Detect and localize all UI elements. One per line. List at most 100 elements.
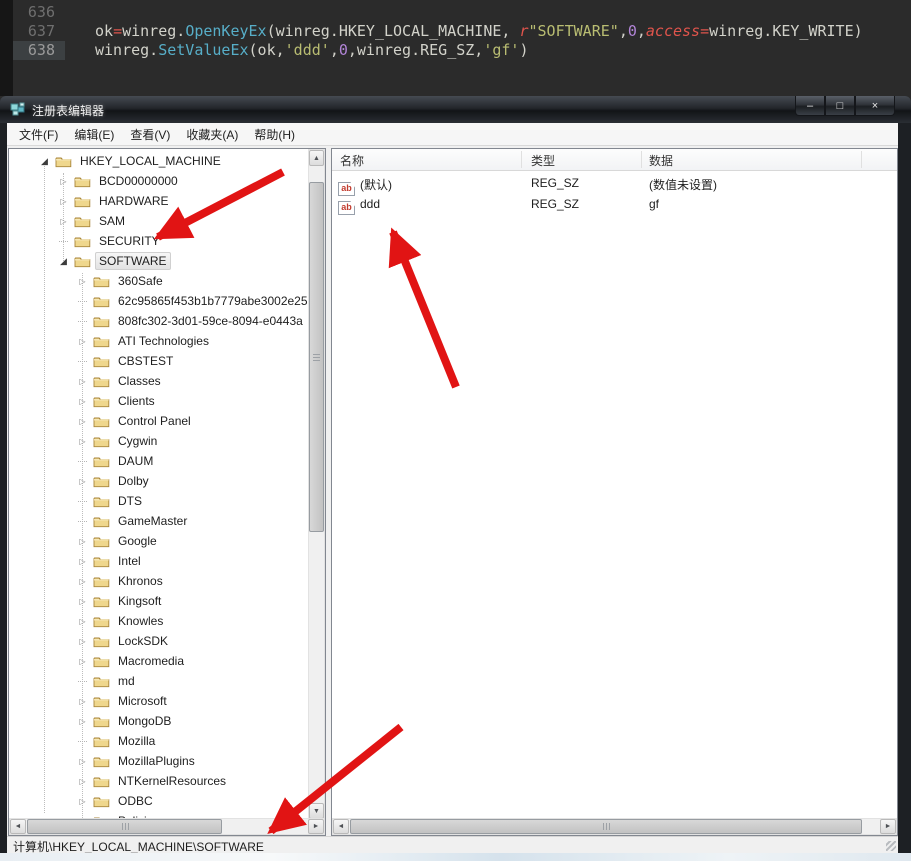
tree-label[interactable]: SECURITY: [95, 232, 164, 250]
expander-collapsed-icon[interactable]: ▷: [76, 771, 89, 791]
tree-item-Mozilla[interactable]: Mozilla: [9, 731, 308, 751]
tree-label[interactable]: Control Panel: [114, 412, 195, 430]
scroll-up-button[interactable]: ▲: [309, 150, 324, 166]
expander-collapsed-icon[interactable]: ▷: [76, 691, 89, 711]
tree-item-LockSDK[interactable]: ▷ LockSDK: [9, 631, 308, 651]
tree-label[interactable]: GameMaster: [114, 512, 191, 530]
editor-breakpoint-gutter[interactable]: [0, 0, 13, 96]
scroll-left-button[interactable]: ◄: [10, 819, 26, 834]
tree-label[interactable]: Mozilla: [114, 732, 159, 750]
tree-label[interactable]: Microsoft: [114, 692, 171, 710]
close-button[interactable]: ×: [855, 96, 895, 116]
tree-item-SOFTWARE[interactable]: ◢ SOFTWARE: [9, 251, 308, 271]
tree-item-ODBC[interactable]: ▷ ODBC: [9, 791, 308, 811]
menu-item-3[interactable]: 收藏夹(A): [178, 123, 246, 146]
tree-item-Khronos[interactable]: ▷Khronos: [9, 571, 308, 591]
tree-label[interactable]: 62c95865f453b1b7779abe3002e25: [114, 292, 308, 310]
tree-hscroll-thumb[interactable]: [27, 819, 222, 834]
tree-item-SAM[interactable]: ▷ SAM: [9, 211, 308, 231]
column-divider[interactable]: [861, 151, 862, 168]
tree-item-md[interactable]: md: [9, 671, 308, 691]
expander-collapsed-icon[interactable]: ▷: [76, 631, 89, 651]
scroll-left-button[interactable]: ◄: [333, 819, 349, 834]
tree-label[interactable]: SOFTWARE: [95, 252, 171, 270]
column-header-2[interactable]: 数据: [649, 152, 673, 169]
tree-item-HARDWARE[interactable]: ▷ HARDWARE: [9, 191, 308, 211]
expander-collapsed-icon[interactable]: ▷: [76, 611, 89, 631]
expander-collapsed-icon[interactable]: ▷: [76, 751, 89, 771]
menu-item-2[interactable]: 查看(V): [122, 123, 178, 146]
expander-collapsed-icon[interactable]: ▷: [76, 431, 89, 451]
tree-item-Control Panel[interactable]: ▷ Control Panel: [9, 411, 308, 431]
tree-item-Microsoft[interactable]: ▷ Microsoft: [9, 691, 308, 711]
tree-item-Dolby[interactable]: ▷Dolby: [9, 471, 308, 491]
tree-label[interactable]: ODBC: [114, 792, 157, 810]
tree-label[interactable]: Knowles: [114, 612, 167, 630]
maximize-button[interactable]: □: [825, 96, 855, 116]
menu-item-0[interactable]: 文件(F): [11, 123, 66, 146]
window-titlebar[interactable]: 注册表编辑器 –□×: [0, 96, 911, 123]
tree-label[interactable]: 360Safe: [114, 272, 167, 290]
tree-label[interactable]: MongoDB: [114, 712, 175, 730]
tree-item-Google[interactable]: ▷ Google: [9, 531, 308, 551]
tree-label[interactable]: Cygwin: [114, 432, 161, 450]
expander-collapsed-icon[interactable]: ▷: [57, 191, 70, 211]
code-lines[interactable]: 636637ok=winreg.OpenKeyEx(winreg.HKEY_LO…: [13, 3, 911, 60]
tree-label[interactable]: NTKernelResources: [114, 772, 230, 790]
expander-collapsed-icon[interactable]: ▷: [76, 531, 89, 551]
tree-vscroll-thumb[interactable]: [309, 182, 324, 532]
scroll-right-button[interactable]: ►: [308, 819, 324, 834]
resize-grip[interactable]: [886, 841, 896, 851]
values-hscroll-thumb[interactable]: [350, 819, 862, 834]
tree-label[interactable]: BCD00000000: [95, 172, 182, 190]
scroll-right-button[interactable]: ►: [880, 819, 896, 834]
tree-vertical-scrollbar[interactable]: ▲ ▼: [308, 149, 325, 818]
expander-collapsed-icon[interactable]: ▷: [57, 211, 70, 231]
tree-label[interactable]: Classes: [114, 372, 165, 390]
column-header-1[interactable]: 类型: [531, 152, 555, 169]
tree-label[interactable]: Kingsoft: [114, 592, 165, 610]
tree-item-360Safe[interactable]: ▷ 360Safe: [9, 271, 308, 291]
tree-label[interactable]: HARDWARE: [95, 192, 173, 210]
tree-item-NTKernelResources[interactable]: ▷ NTKernelResources: [9, 771, 308, 791]
expander-collapsed-icon[interactable]: ▷: [76, 331, 89, 351]
tree-item-Cygwin[interactable]: ▷ Cygwin: [9, 431, 308, 451]
tree-item-Policies[interactable]: ▷Policies: [9, 811, 308, 818]
menu-item-1[interactable]: 编辑(E): [66, 123, 122, 146]
tree-item-DAUM[interactable]: DAUM: [9, 451, 308, 471]
value-row-ddd[interactable]: abdddREG_SZgf: [332, 194, 897, 215]
expander-collapsed-icon[interactable]: ▷: [76, 591, 89, 611]
tree-item-62c95865f453b1b7779abe3002e25[interactable]: 62c95865f453b1b7779abe3002e25: [9, 291, 308, 311]
column-divider[interactable]: [641, 151, 642, 168]
tree-label[interactable]: CBSTEST: [114, 352, 177, 370]
scroll-down-button[interactable]: ▼: [309, 803, 324, 819]
tree-label[interactable]: DAUM: [114, 452, 157, 470]
tree-label[interactable]: DTS: [114, 492, 146, 510]
tree-item-MozillaPlugins[interactable]: ▷MozillaPlugins: [9, 751, 308, 771]
tree-item-GameMaster[interactable]: GameMaster: [9, 511, 308, 531]
tree-item-Classes[interactable]: ▷ Classes: [9, 371, 308, 391]
tree-item-Macromedia[interactable]: ▷Macromedia: [9, 651, 308, 671]
tree-item-SECURITY[interactable]: SECURITY: [9, 231, 308, 251]
tree-label[interactable]: 808fc302-3d01-59ce-8094-e0443a: [114, 312, 307, 330]
tree-label[interactable]: LockSDK: [114, 632, 172, 650]
expander-collapsed-icon[interactable]: ▷: [76, 811, 89, 818]
values-horizontal-scrollbar[interactable]: ◄ ►: [332, 818, 897, 835]
expander-collapsed-icon[interactable]: ▷: [76, 791, 89, 811]
tree-item-808fc302-3d01-59ce-8094-e0443a[interactable]: 808fc302-3d01-59ce-8094-e0443a: [9, 311, 308, 331]
tree-item-DTS[interactable]: DTS: [9, 491, 308, 511]
tree-item-Kingsoft[interactable]: ▷ Kingsoft: [9, 591, 308, 611]
value-row-(默认)[interactable]: ab(默认)REG_SZ(数值未设置): [332, 173, 897, 194]
expander-collapsed-icon[interactable]: ▷: [76, 411, 89, 431]
tree-label[interactable]: Google: [114, 532, 161, 550]
expander-collapsed-icon[interactable]: ▷: [76, 571, 89, 591]
expander-collapsed-icon[interactable]: ▷: [76, 371, 89, 391]
expander-collapsed-icon[interactable]: ▷: [76, 471, 89, 491]
column-divider[interactable]: [521, 151, 522, 168]
expander-collapsed-icon[interactable]: ▷: [76, 271, 89, 291]
tree-label[interactable]: HKEY_LOCAL_MACHINE: [76, 152, 225, 170]
tree-label[interactable]: ATI Technologies: [114, 332, 213, 350]
tree-label[interactable]: SAM: [95, 212, 129, 230]
expander-expanded-icon[interactable]: ◢: [57, 251, 70, 271]
tree-horizontal-scrollbar[interactable]: ◄ ►: [9, 818, 325, 835]
